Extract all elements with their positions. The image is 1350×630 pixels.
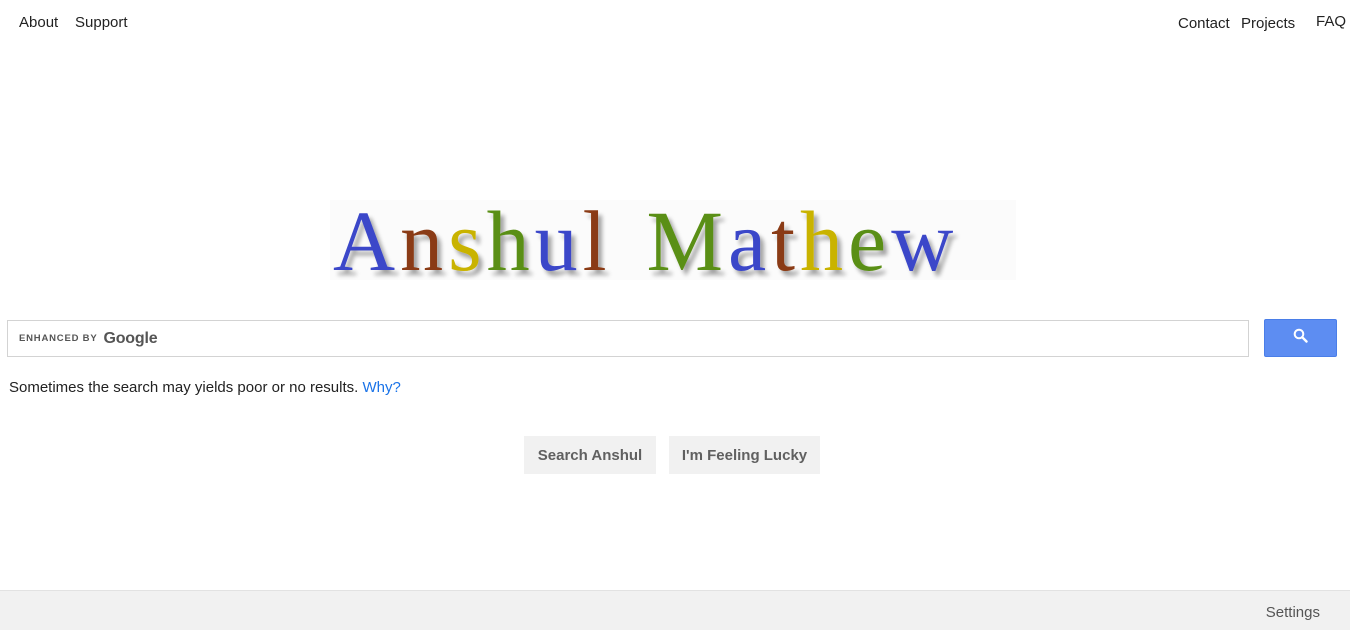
nav-link-faq[interactable]: FAQ [1316, 13, 1346, 30]
logo-letter: a [728, 200, 766, 280]
logo-letter: w [891, 200, 953, 280]
search-icon [1293, 328, 1308, 348]
logo-letter: u [535, 200, 578, 280]
search-box: enhanced by Google [7, 320, 1249, 357]
logo-letter: A [333, 200, 395, 280]
logo-text: Anshul Mathew [333, 200, 953, 280]
logo-letter: M [646, 200, 722, 280]
search-input[interactable] [8, 321, 1248, 356]
logo-letter: l [583, 200, 607, 280]
search-button[interactable] [1264, 319, 1337, 357]
logo-letter: h [487, 200, 530, 280]
logo-letter: h [800, 200, 843, 280]
search-anshul-button[interactable]: Search Anshul [524, 436, 656, 474]
settings-link[interactable]: Settings [1266, 604, 1320, 621]
logo-letter: t [771, 200, 795, 280]
search-notice: Sometimes the search may yields poor or … [9, 379, 401, 396]
logo-letter: s [448, 200, 481, 280]
nav-link-about[interactable]: About [19, 14, 58, 31]
nav-link-support[interactable]: Support [75, 14, 128, 31]
nav-link-projects[interactable]: Projects [1241, 15, 1295, 32]
logo-letter: e [848, 200, 886, 280]
footer: Settings [0, 590, 1350, 630]
site-logo: Anshul Mathew [330, 200, 1016, 280]
why-link[interactable]: Why? [363, 379, 401, 396]
nav-link-contact[interactable]: Contact [1178, 15, 1230, 32]
notice-text: Sometimes the search may yields poor or … [9, 379, 359, 396]
logo-letter: n [400, 200, 443, 280]
feeling-lucky-button[interactable]: I'm Feeling Lucky [669, 436, 820, 474]
logo-graphic: Anshul Mathew [333, 200, 953, 280]
